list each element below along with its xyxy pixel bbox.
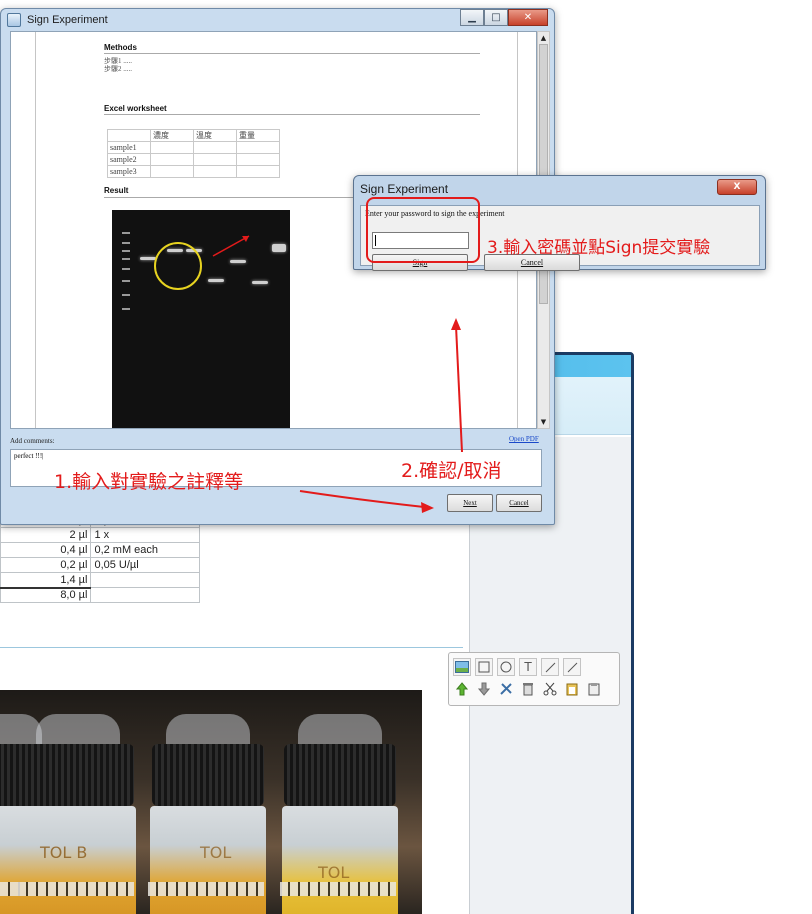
svg-text:TOL: TOL: [317, 863, 349, 882]
paste-icon[interactable]: [563, 680, 581, 698]
table-cell: 8,0 µl: [0, 586, 92, 603]
svg-text:TOL: TOL: [199, 843, 231, 862]
cancel-button-label: Cancel: [520, 258, 544, 267]
drawing-toolbar: T: [448, 652, 620, 706]
rectangle-icon[interactable]: [475, 658, 493, 676]
arrow-down-icon[interactable]: [475, 680, 493, 698]
bottles-photo: TOL B TOL TOL: [0, 690, 422, 914]
text-icon[interactable]: T: [519, 658, 537, 676]
tools-icon[interactable]: [497, 680, 515, 698]
window-titlebar[interactable]: Sign Experiment ▁ □ ✕: [1, 9, 554, 31]
table-row: 0,2 µl 0,05 U/µl: [0, 557, 200, 573]
window-title: Sign Experiment: [27, 14, 108, 26]
annotation-arrow: [212, 235, 250, 257]
close-icon[interactable]: X: [717, 179, 757, 195]
comments-label: Add comments:: [10, 437, 55, 445]
table-row: 8,0 µl: [0, 586, 200, 603]
table-header-cell: [107, 129, 151, 142]
maximize-button[interactable]: □: [484, 9, 508, 26]
table-row: 0,4 µl 0,2 mM each: [0, 542, 200, 558]
close-button[interactable]: ✕: [508, 9, 548, 26]
result-heading: Result: [104, 186, 129, 195]
table-cell: 0,2 mM each: [90, 542, 200, 558]
image-icon[interactable]: [453, 658, 471, 676]
table-cell: 0,2 µl: [0, 557, 92, 573]
excel-heading: Excel worksheet: [104, 104, 167, 113]
arrow-up-icon[interactable]: [453, 680, 471, 698]
handwritten-labels: TOL B TOL TOL: [39, 843, 349, 882]
table-row: sample2: [107, 153, 280, 166]
excel-table: 濃度 溫度 重量 sample1 sample2 sample3: [107, 129, 280, 178]
table-header-cell: 濃度: [150, 129, 194, 142]
scissors-icon[interactable]: [541, 680, 559, 698]
highlight-circle: [154, 242, 202, 290]
table-cell: sample1: [107, 141, 151, 154]
copy-icon[interactable]: [585, 680, 603, 698]
step3-annotation: 3.輸入密碼並點Sign提交實驗: [487, 238, 711, 258]
table-row: sample1: [107, 141, 280, 154]
table-header-cell: 溫度: [193, 129, 237, 142]
table-row: sample3: [107, 165, 280, 178]
circle-icon[interactable]: [497, 658, 515, 676]
cancel-button[interactable]: Cancel: [496, 494, 542, 512]
line-icon[interactable]: [563, 658, 581, 676]
table-cell: 0,05 U/µl: [90, 557, 200, 573]
screen: 2 µl1 µM 2 µl1 x 0,4 µl0,2 mM each 0,2 µ…: [0, 0, 812, 914]
methods-line: 步驟2 .....: [104, 65, 132, 73]
line-icon[interactable]: [541, 658, 559, 676]
table-cell: sample2: [107, 153, 151, 166]
table-cell: 1 x: [90, 527, 200, 543]
window-app-icon: [7, 13, 21, 27]
gel-image: [112, 210, 290, 428]
step1-annotation: 1.輸入對實驗之註釋等: [54, 471, 244, 493]
methods-heading: Methods: [104, 43, 137, 52]
open-pdf-link[interactable]: Open PDF: [509, 435, 539, 443]
reagent-table: 2 µl1 µM 2 µl1 x 0,4 µl0,2 mM each 0,2 µ…: [0, 512, 200, 603]
next-button[interactable]: Next: [447, 494, 493, 512]
table-cell: 2 µl: [0, 527, 92, 543]
table-row: 濃度 溫度 重量: [107, 129, 280, 142]
table-cell: 0,4 µl: [0, 542, 92, 558]
minimize-button[interactable]: ▁: [460, 9, 484, 26]
scroll-down-icon[interactable]: ▼: [538, 416, 549, 428]
dialog-title: Sign Experiment: [360, 182, 449, 196]
scroll-up-icon[interactable]: ▲: [538, 32, 549, 44]
table-row: 2 µl 1 x: [0, 527, 200, 543]
step2-annotation: 2.確認/取消: [401, 460, 502, 482]
table-header-cell: 重量: [236, 129, 280, 142]
table-cell: [90, 572, 200, 588]
svg-text:TOL B: TOL B: [39, 843, 87, 862]
table-cell: [90, 587, 200, 603]
table-cell: sample3: [107, 165, 151, 178]
table-cell: 1,4 µl: [0, 572, 92, 588]
password-highlight-box: [366, 197, 480, 263]
trash-icon[interactable]: [519, 680, 537, 698]
table-row: 1,4 µl: [0, 572, 200, 588]
